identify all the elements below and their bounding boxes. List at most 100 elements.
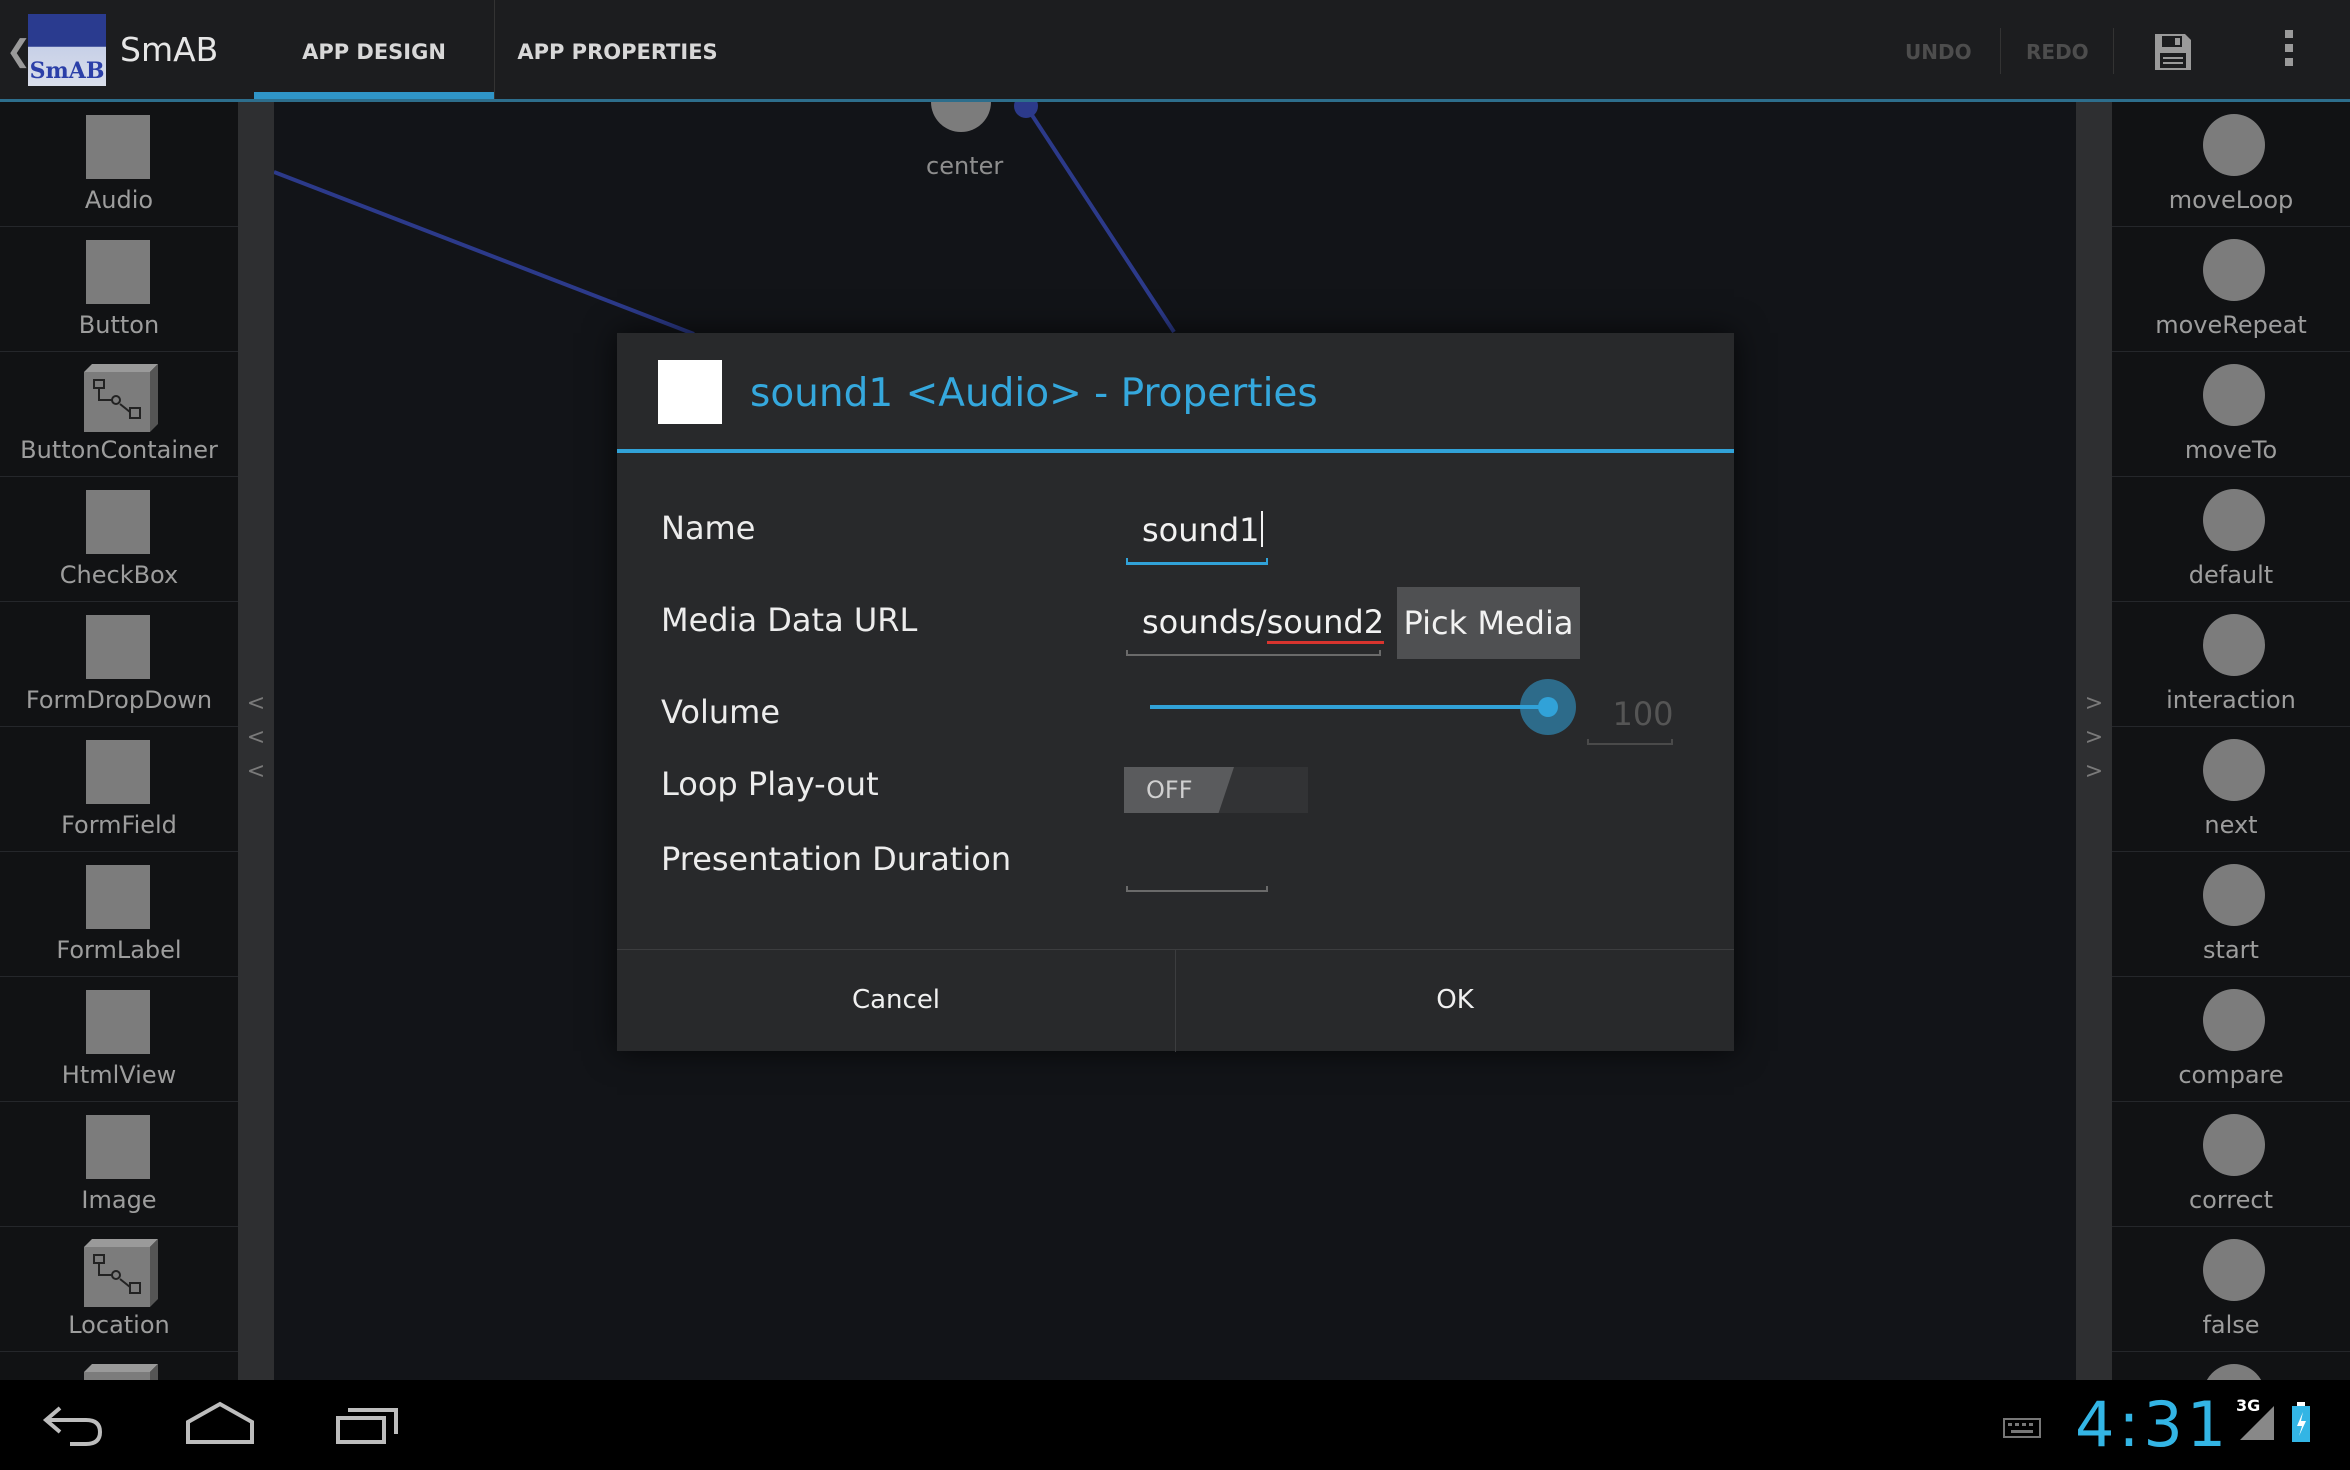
app-logo-text: SmAB	[29, 58, 105, 84]
palette-item-location[interactable]: Location	[0, 1227, 238, 1352]
name-field[interactable]: sound1	[1142, 511, 1264, 549]
dialog-title: sound1 <Audio> - Properties	[750, 371, 1318, 416]
container-box-icon	[84, 364, 158, 432]
palette-item-compare[interactable]: compare	[2112, 977, 2350, 1102]
name-label: Name	[661, 509, 756, 547]
palette-item-partial[interactable]	[0, 1352, 238, 1380]
button-component-icon	[86, 240, 150, 304]
palette-item-label: moveTo	[2184, 436, 2278, 464]
palette-item-moveloop[interactable]: moveLoop	[2112, 102, 2350, 227]
behavior-node-icon	[2203, 1364, 2265, 1380]
palette-item-start[interactable]: start	[2112, 852, 2350, 977]
palette-item-button[interactable]: Button	[0, 227, 238, 352]
behavior-node-icon	[2203, 864, 2265, 926]
behavior-node-icon	[2203, 989, 2265, 1051]
behavior-node-icon	[2203, 614, 2265, 676]
palette-item-interaction[interactable]: interaction	[2112, 602, 2350, 727]
media-url-label: Media Data URL	[661, 601, 918, 639]
container-box-icon	[84, 1364, 158, 1380]
keyboard-icon[interactable]	[2003, 1418, 2041, 1438]
palette-item-label: correct	[2188, 1186, 2274, 1214]
text-cursor	[1261, 511, 1264, 547]
palette-item-formlabel[interactable]: FormLabel	[0, 852, 238, 977]
palette-item-label: moveLoop	[2168, 186, 2294, 214]
volume-label: Volume	[661, 693, 781, 731]
behavior-node-icon	[2203, 1114, 2265, 1176]
palette-item-label: interaction	[2166, 686, 2296, 714]
palette-item-default[interactable]: default	[2112, 477, 2350, 602]
dialog-footer: Cancel OK	[617, 949, 1734, 1052]
overflow-menu-icon[interactable]	[2283, 30, 2295, 74]
pick-media-button[interactable]: Pick Media	[1397, 587, 1580, 659]
right-panel-handle[interactable]: > > >	[2076, 102, 2112, 1380]
palette-item-label: Button	[78, 311, 160, 339]
behavior-node-icon	[2203, 489, 2265, 551]
behavior-node-icon	[2203, 739, 2265, 801]
cancel-button[interactable]: Cancel	[617, 950, 1175, 1052]
clock: 4:31	[2075, 1388, 2231, 1461]
redo-button[interactable]: REDO	[2026, 0, 2089, 99]
dialog-header: sound1 <Audio> - Properties	[617, 333, 1734, 453]
palette-item-correct[interactable]: correct	[2112, 1102, 2350, 1227]
undo-button[interactable]: UNDO	[1905, 0, 1972, 99]
volume-slider-thumb[interactable]	[1538, 697, 1558, 717]
app-logo-icon[interactable]: SmAB	[28, 14, 106, 86]
loop-label: Loop Play-out	[661, 765, 879, 803]
home-icon[interactable]	[184, 1398, 256, 1450]
tab-app-design[interactable]: APP DESIGN	[254, 0, 494, 99]
loop-toggle[interactable]: OFF	[1124, 767, 1308, 813]
component-palette: Audio Button ButtonContainer CheckBox Fo…	[0, 102, 238, 1380]
formfield-component-icon	[86, 740, 150, 804]
center-node[interactable]	[931, 102, 991, 132]
palette-item-next[interactable]: next	[2112, 727, 2350, 852]
palette-item-label: FormLabel	[56, 936, 182, 964]
palette-item-label: CheckBox	[59, 561, 179, 589]
palette-item-moveto[interactable]: moveTo	[2112, 352, 2350, 477]
volume-value-field[interactable]: 100	[1601, 695, 1685, 733]
component-color-icon	[658, 360, 722, 424]
behavior-palette: moveLoop moveRepeat moveTo default inter…	[2112, 102, 2350, 1380]
image-component-icon	[86, 1115, 150, 1179]
palette-item-formfield[interactable]: FormField	[0, 727, 238, 852]
battery-icon	[2292, 1402, 2310, 1442]
back-icon[interactable]	[40, 1398, 106, 1450]
collapse-right-icon: > > >	[2084, 691, 2104, 784]
palette-item-label: default	[2188, 561, 2274, 589]
palette-item-moverepeat[interactable]: moveRepeat	[2112, 227, 2350, 352]
htmlview-component-icon	[86, 990, 150, 1054]
behavior-node-icon	[2203, 1239, 2265, 1301]
name-value: sound1	[1142, 511, 1260, 549]
formlabel-component-icon	[86, 865, 150, 929]
palette-item-audio[interactable]: Audio	[0, 102, 238, 227]
palette-item-buttoncontainer[interactable]: ButtonContainer	[0, 352, 238, 477]
palette-item-label: HtmlView	[61, 1061, 177, 1089]
app-title: SmAB	[120, 30, 219, 69]
container-box-icon	[84, 1239, 158, 1307]
divider	[2113, 28, 2114, 74]
palette-item-label: moveRepeat	[2155, 311, 2307, 339]
loop-toggle-state: OFF	[1124, 767, 1234, 813]
palette-item-label: Image	[81, 1186, 157, 1214]
volume-slider-track[interactable]	[1150, 705, 1547, 709]
save-icon[interactable]	[2153, 32, 2193, 72]
media-url-value-misspelled: sound2	[1266, 603, 1385, 644]
media-url-field[interactable]: sounds/sound2	[1142, 603, 1385, 644]
palette-item-false[interactable]: false	[2112, 1227, 2350, 1352]
palette-item-checkbox[interactable]: CheckBox	[0, 477, 238, 602]
audio-component-icon	[86, 115, 150, 179]
palette-item-label: FormField	[61, 811, 177, 839]
palette-item-label: FormDropDown	[25, 686, 213, 714]
tab-app-properties[interactable]: APP PROPERTIES	[494, 0, 740, 99]
recent-apps-icon[interactable]	[334, 1398, 404, 1450]
palette-item-formdropdown[interactable]: FormDropDown	[0, 602, 238, 727]
left-panel-handle[interactable]: < < <	[238, 102, 274, 1380]
palette-item-label: Audio	[84, 186, 154, 214]
behavior-node-icon	[2203, 114, 2265, 176]
node-label: center	[926, 152, 1004, 180]
palette-item-htmlview[interactable]: HtmlView	[0, 977, 238, 1102]
behavior-node-icon	[2203, 239, 2265, 301]
palette-item-partial[interactable]	[2112, 1352, 2350, 1380]
ok-button[interactable]: OK	[1176, 950, 1734, 1052]
palette-item-image[interactable]: Image	[0, 1102, 238, 1227]
action-bar: ❮ SmAB SmAB APP DESIGN APP PROPERTIES UN…	[0, 0, 2350, 102]
